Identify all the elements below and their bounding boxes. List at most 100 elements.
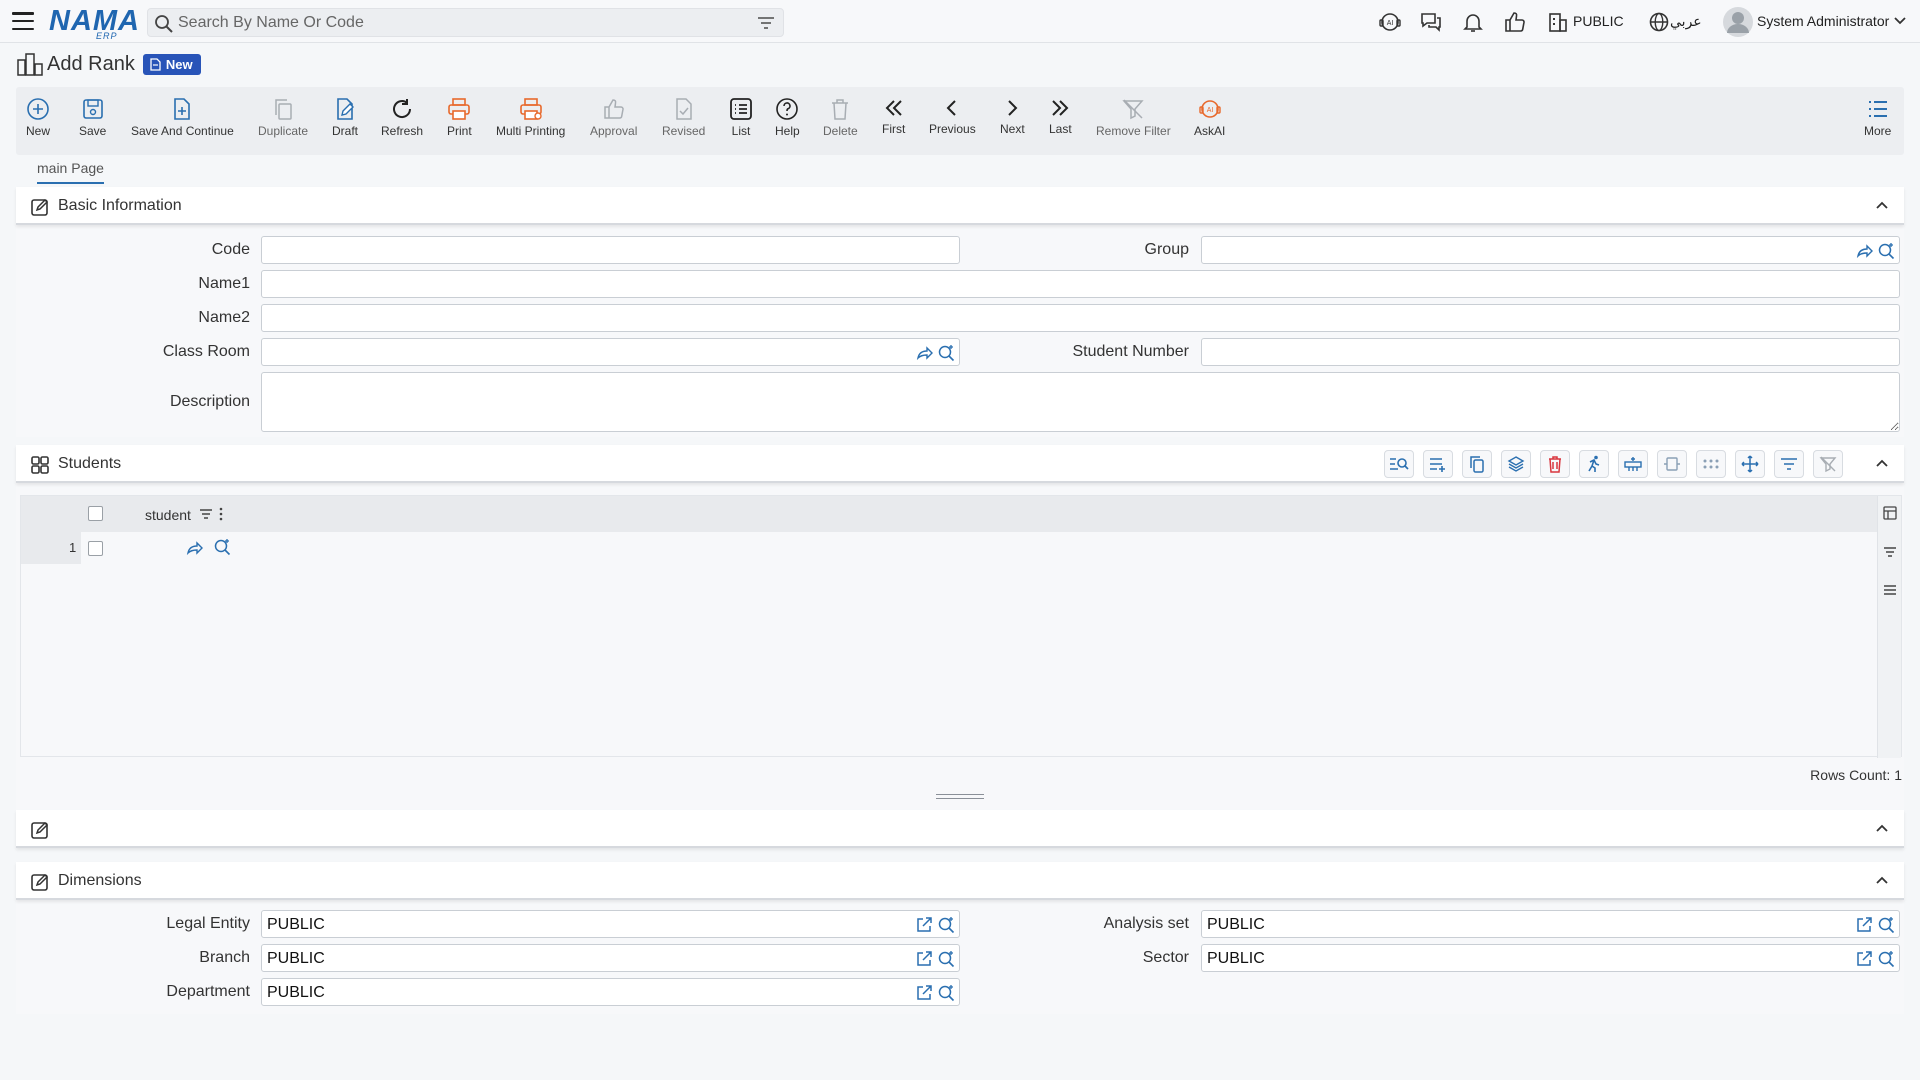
- draft-button[interactable]: Draft: [332, 87, 358, 155]
- description-field[interactable]: [261, 372, 1900, 432]
- save-button[interactable]: Save: [79, 87, 106, 155]
- grid-delete-button[interactable]: [1540, 450, 1570, 478]
- list-button[interactable]: List: [729, 87, 753, 155]
- analysis-set-field[interactable]: PUBLIC: [1201, 910, 1900, 938]
- search-add-icon[interactable]: [937, 344, 955, 362]
- help-button[interactable]: Help: [775, 87, 800, 155]
- column-menu-icon[interactable]: [219, 507, 223, 521]
- grid-remove-filter-button[interactable]: [1813, 450, 1843, 478]
- dimensions-header[interactable]: Dimensions: [16, 862, 1904, 900]
- save-and-continue-button[interactable]: Save And Continue: [131, 87, 234, 155]
- refresh-button[interactable]: Refresh: [381, 87, 423, 155]
- ai-assistant-icon[interactable]: AI: [1378, 10, 1402, 34]
- student-number-field[interactable]: [1201, 338, 1900, 366]
- grid-run-button[interactable]: [1579, 450, 1609, 478]
- grid-insert-row-button[interactable]: [1618, 450, 1648, 478]
- basic-information-header[interactable]: Basic Information: [16, 187, 1904, 225]
- delete-button[interactable]: Delete: [823, 87, 858, 155]
- external-link-icon[interactable]: [1855, 950, 1873, 968]
- chevron-up-icon[interactable]: [1874, 455, 1890, 471]
- tab-main-page[interactable]: main Page: [37, 160, 104, 184]
- filter-icon: [1781, 458, 1797, 470]
- branch-field[interactable]: PUBLIC: [261, 944, 960, 972]
- analysis-set-label: Analysis set: [1103, 915, 1189, 932]
- external-link-icon[interactable]: [915, 916, 933, 934]
- name2-field[interactable]: [261, 304, 1900, 332]
- share-icon[interactable]: [185, 539, 203, 557]
- table-row[interactable]: 1: [21, 532, 1878, 564]
- bell-icon[interactable]: [1461, 10, 1485, 34]
- multi-printing-button[interactable]: Multi Printing: [496, 87, 565, 155]
- name1-field[interactable]: [261, 270, 1900, 298]
- search-input[interactable]: [178, 13, 738, 33]
- external-link-icon[interactable]: [915, 984, 933, 1002]
- chat-icon[interactable]: [1419, 10, 1443, 34]
- share-icon[interactable]: [1855, 242, 1873, 260]
- grid-add-row-button[interactable]: [1423, 450, 1453, 478]
- class-room-field[interactable]: [261, 338, 960, 366]
- select-all-checkbox[interactable]: [88, 506, 103, 521]
- grid-search-button[interactable]: [1384, 450, 1414, 478]
- group-field[interactable]: [1201, 236, 1900, 264]
- filters-panel-icon[interactable]: [1883, 546, 1897, 558]
- chevron-up-icon[interactable]: [1874, 872, 1890, 888]
- search-add-icon[interactable]: [1877, 242, 1895, 260]
- print-button[interactable]: Print: [447, 87, 472, 155]
- globe-icon[interactable]: [1647, 10, 1671, 34]
- approval-button[interactable]: Approval: [590, 87, 637, 155]
- chevron-up-icon[interactable]: [1874, 820, 1890, 836]
- row-insert-icon: [1624, 457, 1642, 471]
- logo[interactable]: NAMA ERP: [49, 5, 140, 41]
- resize-handle[interactable]: [936, 794, 984, 799]
- code-field[interactable]: [261, 236, 960, 264]
- grid-more-button[interactable]: [1696, 450, 1726, 478]
- column-filter-icon[interactable]: [199, 508, 213, 520]
- sector-field[interactable]: PUBLIC: [1201, 944, 1900, 972]
- search-add-icon[interactable]: [1877, 916, 1895, 934]
- previous-button[interactable]: Previous: [929, 87, 976, 155]
- columns-panel-icon[interactable]: [1883, 506, 1897, 520]
- grid-move-button[interactable]: [1735, 450, 1765, 478]
- search-add-icon[interactable]: [937, 916, 955, 934]
- department-field[interactable]: PUBLIC: [261, 978, 960, 1006]
- remove-filter-button[interactable]: Remove Filter: [1096, 87, 1171, 155]
- revised-button[interactable]: Revised: [662, 87, 705, 155]
- duplicate-button[interactable]: Duplicate: [258, 87, 308, 155]
- grid-layers-button[interactable]: [1501, 450, 1531, 478]
- external-link-icon[interactable]: [915, 950, 933, 968]
- language-switch[interactable]: عربي: [1670, 13, 1702, 30]
- filter-icon[interactable]: [757, 15, 775, 31]
- thumbs-up-icon[interactable]: [1503, 10, 1527, 34]
- first-button[interactable]: First: [882, 87, 905, 155]
- row-number: 1: [69, 540, 77, 555]
- column-header-student[interactable]: student: [145, 507, 191, 523]
- grid-fit-button[interactable]: [1657, 450, 1687, 478]
- user-name[interactable]: System Administrator: [1757, 13, 1889, 29]
- menu-icon[interactable]: [12, 12, 34, 30]
- search-add-icon[interactable]: [213, 538, 231, 556]
- grid-copy-button[interactable]: [1462, 450, 1492, 478]
- row-checkbox[interactable]: [88, 541, 103, 556]
- avatar[interactable]: [1722, 6, 1754, 38]
- company-icon[interactable]: [1546, 10, 1570, 34]
- external-link-icon[interactable]: [1855, 916, 1873, 934]
- untitled-section-header[interactable]: [16, 810, 1904, 848]
- chevron-up-icon[interactable]: [1874, 197, 1890, 213]
- department-label: Department: [166, 983, 250, 1000]
- new-button[interactable]: New: [26, 87, 50, 155]
- legal-entity-field[interactable]: PUBLIC: [261, 910, 960, 938]
- search-add-icon[interactable]: [1877, 950, 1895, 968]
- page-header: Add Rank New: [16, 49, 201, 79]
- grid-filter-button[interactable]: [1774, 450, 1804, 478]
- chevron-down-icon[interactable]: [1893, 14, 1907, 28]
- search-add-icon[interactable]: [937, 950, 955, 968]
- students-header[interactable]: Students: [16, 445, 1904, 483]
- share-icon[interactable]: [915, 344, 933, 362]
- last-button[interactable]: Last: [1049, 87, 1072, 155]
- askai-button[interactable]: AI AskAI: [1194, 87, 1225, 155]
- search-add-icon[interactable]: [937, 984, 955, 1002]
- more-button[interactable]: More: [1864, 87, 1891, 155]
- next-button[interactable]: Next: [1000, 87, 1025, 155]
- rows-panel-icon[interactable]: [1883, 584, 1897, 596]
- company-label[interactable]: PUBLIC: [1573, 13, 1624, 29]
